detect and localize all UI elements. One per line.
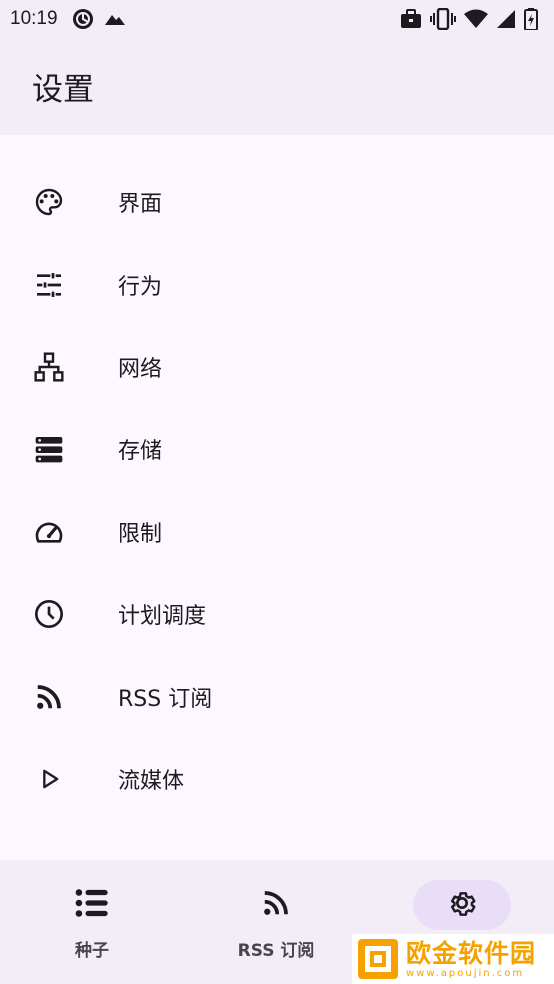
settings-item-label: 界面 <box>118 192 163 218</box>
storage-icon <box>31 431 67 467</box>
briefcase-icon <box>400 9 422 29</box>
watermark-logo-icon <box>356 937 400 981</box>
nav-label: 种子 <box>75 941 109 961</box>
page-title: 设置 <box>32 72 94 108</box>
watermark-text: 欧金软件园 www.apoujin.com <box>406 938 537 979</box>
play-icon <box>31 761 67 797</box>
settings-item-network[interactable]: 网络 <box>0 326 554 408</box>
clock-icon <box>31 596 67 632</box>
nav-label: RSS 订阅 <box>237 941 315 961</box>
settings-item-label: 限制 <box>118 521 163 547</box>
nav-item-torrents[interactable]: 种子 <box>22 880 162 970</box>
watermark-url: www.apoujin.com <box>406 967 525 979</box>
settings-item-schedule[interactable]: 计划调度 <box>0 573 554 655</box>
gear-icon <box>446 887 478 923</box>
list-icon <box>75 888 109 922</box>
signal-triangle-icon <box>104 11 126 27</box>
settings-item-behavior[interactable]: 行为 <box>0 243 554 325</box>
tune-icon <box>31 267 67 303</box>
settings-item-limits[interactable]: 限制 <box>0 491 554 573</box>
settings-list: 界面 行为 网络 存储 限制 计划调度 RSS 订阅 流媒体 <box>0 161 554 820</box>
battery-icon <box>524 8 538 30</box>
settings-item-interface[interactable]: 界面 <box>0 161 554 243</box>
status-right-icons <box>400 8 538 30</box>
settings-item-label: 流媒体 <box>118 768 185 794</box>
watermark-title: 欧金软件园 <box>406 938 537 968</box>
palette-icon <box>31 184 67 220</box>
nav-item-rss[interactable]: RSS 订阅 <box>206 880 346 970</box>
data-saver-icon <box>72 8 94 30</box>
status-time: 10:19 <box>10 8 58 29</box>
settings-item-label: 存储 <box>118 439 163 465</box>
vibrate-icon <box>430 8 456 30</box>
settings-item-rss[interactable]: RSS 订阅 <box>0 655 554 737</box>
settings-item-label: 网络 <box>118 356 163 382</box>
rss-icon <box>261 888 291 922</box>
speed-icon <box>31 514 67 550</box>
status-left-icons <box>72 8 126 30</box>
status-bar: 10:19 <box>0 0 554 38</box>
nav-indicator-active <box>413 880 511 930</box>
settings-item-storage[interactable]: 存储 <box>0 408 554 490</box>
settings-item-label: 计划调度 <box>118 604 207 630</box>
nav-indicator <box>43 880 141 930</box>
settings-item-label: RSS 订阅 <box>118 686 213 712</box>
settings-item-label: 行为 <box>118 274 163 300</box>
network-icon <box>31 349 67 385</box>
settings-item-streaming[interactable]: 流媒体 <box>0 738 554 820</box>
wifi-icon <box>464 9 488 29</box>
cell-signal-icon <box>496 9 516 29</box>
rss-icon <box>31 679 67 715</box>
top-app-bar: 设置 <box>0 38 554 135</box>
nav-indicator <box>227 880 325 930</box>
watermark: 欧金软件园 www.apoujin.com <box>352 934 554 984</box>
